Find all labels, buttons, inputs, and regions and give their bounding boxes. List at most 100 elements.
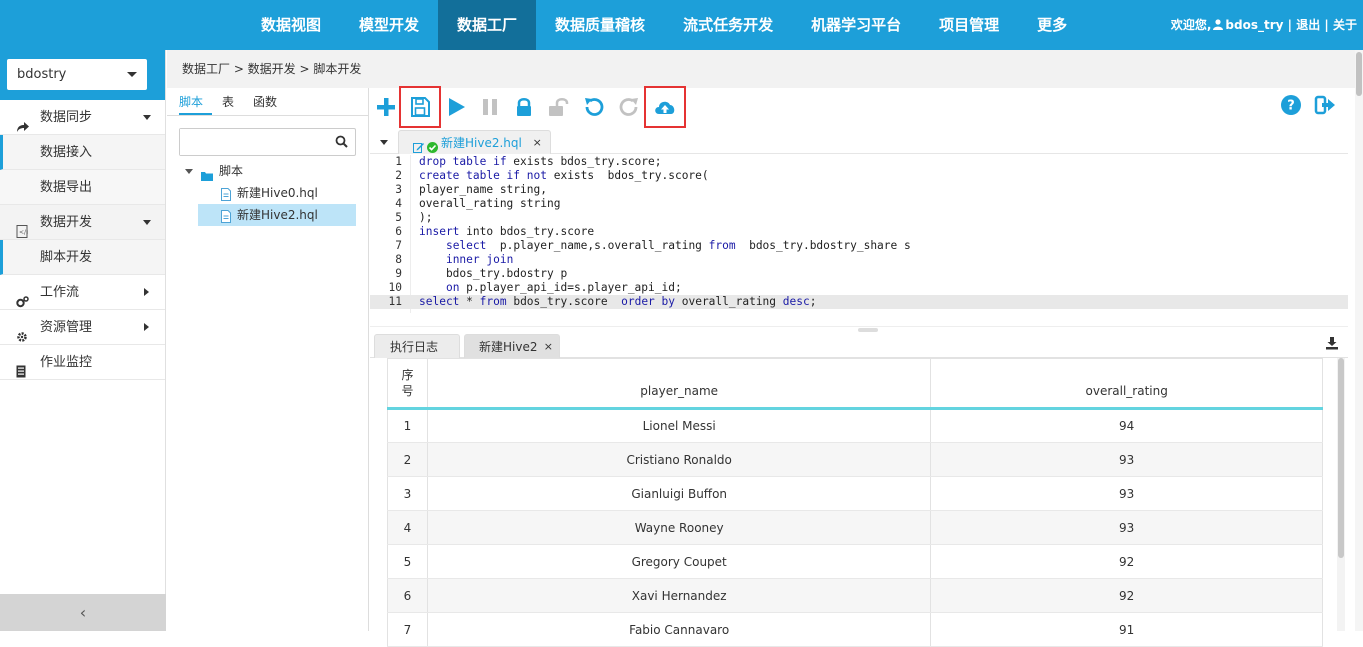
download-icon[interactable] bbox=[1325, 336, 1339, 350]
about-link[interactable]: 关于 bbox=[1333, 0, 1357, 50]
menu-label: 工作流 bbox=[40, 285, 80, 300]
table-header-row: 序号 player_name overall_rating bbox=[387, 358, 1323, 410]
tab-script[interactable]: 脚本 bbox=[179, 88, 213, 115]
editor-tabs: 新建Hive2.hql × bbox=[370, 130, 1348, 154]
project-select[interactable]: bdostry bbox=[7, 59, 147, 90]
nav-item-stream-task[interactable]: 流式任务开发 bbox=[664, 0, 792, 50]
help-icon[interactable]: ? bbox=[1280, 94, 1302, 116]
tree-folder-script[interactable]: 脚本 bbox=[179, 160, 356, 182]
cell-index: 5 bbox=[387, 544, 428, 579]
cell-index: 6 bbox=[387, 578, 428, 613]
code-line: 2 create table if not exists bdos_try.sco… bbox=[370, 169, 1348, 183]
code-line: 8 inner join bbox=[370, 253, 1348, 267]
tab-function[interactable]: 函数 bbox=[253, 88, 286, 115]
nav-item-project-mgmt[interactable]: 项目管理 bbox=[920, 0, 1018, 50]
chevron-down-icon[interactable] bbox=[185, 169, 193, 174]
line-number: 5 bbox=[395, 211, 402, 224]
result-tab-label: 新建Hive2 bbox=[479, 340, 538, 354]
chevron-down-icon[interactable] bbox=[380, 140, 388, 145]
nav-item-data-view[interactable]: 数据视图 bbox=[242, 0, 340, 50]
exit-icon[interactable] bbox=[1314, 94, 1336, 116]
line-number: 2 bbox=[395, 169, 402, 182]
col-header-player-name[interactable]: player_name bbox=[426, 358, 931, 410]
menu-data-sync[interactable]: 数据同步 bbox=[0, 100, 165, 135]
tab-execution-log[interactable]: 执行日志 bbox=[374, 334, 460, 358]
menu-label: 数据开发 bbox=[40, 215, 93, 230]
result-table: 序号 player_name overall_rating 1 Lionel Me… bbox=[387, 358, 1323, 647]
sidebar-collapse-button[interactable]: ‹ bbox=[0, 594, 166, 631]
server-icon bbox=[16, 357, 29, 378]
menu-script-dev[interactable]: 脚本开发 bbox=[0, 240, 165, 275]
line-number: 3 bbox=[395, 183, 402, 196]
file-tabs: 脚本 表 函数 bbox=[167, 88, 368, 116]
close-icon[interactable]: × bbox=[544, 335, 553, 359]
line-number: 8 bbox=[395, 253, 402, 266]
page-scrollbar-thumb[interactable] bbox=[1356, 52, 1362, 96]
file-search-input[interactable] bbox=[180, 129, 330, 155]
menu-workflow[interactable]: 工作流 bbox=[0, 275, 165, 310]
cell-player-name: Xavi Hernandez bbox=[426, 578, 931, 613]
svg-text:</>: </> bbox=[19, 229, 28, 236]
chevron-right-icon bbox=[144, 323, 149, 331]
code-text: create table if not exists bdos_try.scor… bbox=[419, 169, 709, 182]
project-select-wrap: bdostry bbox=[0, 50, 165, 100]
project-select-value: bdostry bbox=[17, 67, 67, 82]
menu-data-dev[interactable]: </> 数据开发 bbox=[0, 205, 165, 240]
line-number: 1 bbox=[395, 155, 402, 168]
result-scrollbar-thumb[interactable] bbox=[1338, 358, 1344, 558]
code-text: inner join bbox=[445, 253, 514, 266]
code-text: ); bbox=[419, 211, 433, 224]
save-icon[interactable] bbox=[399, 86, 441, 128]
menu-label: 数据导出 bbox=[40, 180, 93, 195]
run-icon[interactable] bbox=[444, 95, 468, 119]
menu-label: 脚本开发 bbox=[40, 250, 93, 265]
cell-player-name: Wayne Rooney bbox=[426, 510, 931, 545]
editor-tab-hive2[interactable]: 新建Hive2.hql × bbox=[398, 130, 551, 154]
menu-data-import[interactable]: 数据接入 bbox=[0, 135, 165, 170]
separator: | bbox=[1287, 18, 1293, 32]
table-row: 4 Wayne Rooney 93 bbox=[387, 510, 1323, 545]
tree-file-selected[interactable]: 新建Hive2.hql bbox=[198, 204, 356, 226]
lock-icon[interactable] bbox=[512, 95, 536, 119]
tab-result-hive2[interactable]: 新建Hive2 × bbox=[464, 334, 560, 358]
gears-icon bbox=[16, 287, 29, 308]
add-icon[interactable] bbox=[374, 95, 398, 119]
pause-icon[interactable] bbox=[478, 95, 502, 119]
col-header-overall-rating[interactable]: overall_rating bbox=[930, 358, 1323, 410]
table-row: 3 Gianluigi Buffon 93 bbox=[387, 476, 1323, 511]
nav-item-more[interactable]: 更多 bbox=[1018, 0, 1086, 50]
editor-toolbar: ? bbox=[370, 86, 1348, 128]
menu-data-export[interactable]: 数据导出 bbox=[0, 170, 165, 205]
code-line: 10 on p.player_api_id=s.player_api_id; bbox=[370, 281, 1348, 295]
nav-item-model-dev[interactable]: 模型开发 bbox=[340, 0, 438, 50]
redo-icon[interactable] bbox=[617, 95, 641, 119]
logout-link[interactable]: 退出 bbox=[1296, 0, 1320, 50]
menu-resource-mgmt[interactable]: 资源管理 bbox=[0, 310, 165, 345]
undo-icon[interactable] bbox=[582, 95, 606, 119]
nav-item-data-factory[interactable]: 数据工厂 bbox=[438, 0, 537, 50]
code-text: drop table if exists bdos_try.score; bbox=[419, 155, 662, 168]
code-text: select p.player_name,s.overall_rating fr… bbox=[445, 239, 911, 252]
code-editor[interactable]: 1 drop table if exists bdos_try.score; 2 c… bbox=[370, 155, 1348, 315]
tree-file[interactable]: 新建Hive0.hql bbox=[179, 182, 356, 204]
close-icon[interactable]: × bbox=[533, 131, 542, 155]
page-scrollbar[interactable] bbox=[1355, 50, 1363, 631]
user-area: 欢迎您, bdos_try | 退出 | 关于 bbox=[1171, 0, 1357, 50]
code-file-icon: </> bbox=[16, 217, 31, 238]
cell-index: 1 bbox=[387, 408, 428, 443]
menu-job-monitor[interactable]: 作业监控 bbox=[0, 345, 165, 380]
tab-table[interactable]: 表 bbox=[222, 88, 243, 115]
unlock-icon[interactable] bbox=[546, 95, 570, 119]
left-sidebar: bdostry 数据同步 数据接入 数据导出 </> 数据开发 脚本开发 工作流… bbox=[0, 50, 166, 631]
nav-item-ml-platform[interactable]: 机器学习平台 bbox=[792, 0, 920, 50]
table-row: 6 Xavi Hernandez 92 bbox=[387, 578, 1323, 613]
username[interactable]: bdos_try bbox=[1225, 0, 1283, 50]
folder-label: 脚本 bbox=[219, 164, 244, 178]
check-circle-icon bbox=[427, 137, 438, 153]
nav-item-data-quality[interactable]: 数据质量稽核 bbox=[536, 0, 664, 50]
cloud-upload-icon[interactable] bbox=[644, 86, 686, 128]
code-line: 1 drop table if exists bdos_try.score; bbox=[370, 155, 1348, 169]
search-icon[interactable] bbox=[335, 135, 348, 148]
menu-label: 数据接入 bbox=[40, 145, 93, 160]
resize-handle[interactable] bbox=[858, 328, 878, 332]
